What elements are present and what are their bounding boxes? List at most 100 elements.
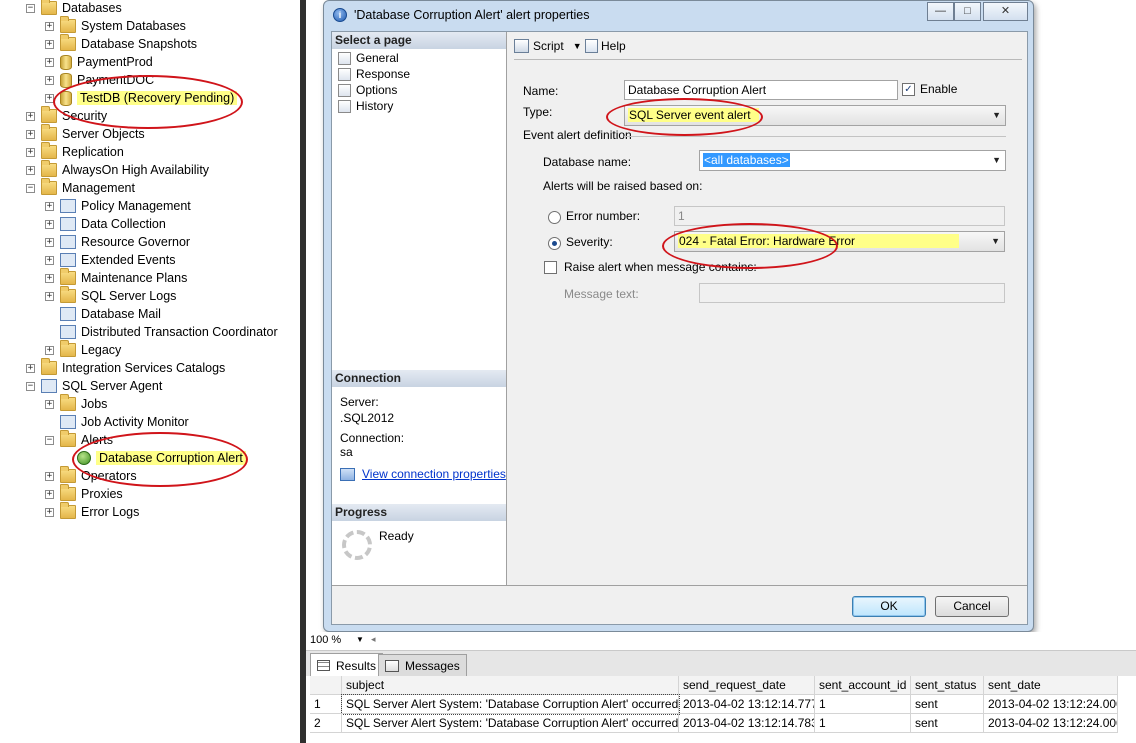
expand-icon[interactable]: + xyxy=(45,489,54,499)
zoom-dropdown-icon[interactable]: ▼ xyxy=(356,635,364,644)
script-button[interactable]: Script ▼ xyxy=(514,39,582,53)
expand-icon[interactable]: + xyxy=(45,93,54,103)
table-cell[interactable]: sent xyxy=(911,695,984,714)
row-number[interactable]: 2 xyxy=(310,714,342,733)
expand-icon[interactable]: + xyxy=(45,507,54,517)
expand-icon[interactable]: + xyxy=(26,363,35,373)
table-cell[interactable]: 1 xyxy=(815,714,911,733)
table-cell[interactable]: 1 xyxy=(815,695,911,714)
expand-icon[interactable]: + xyxy=(45,219,54,229)
tree-item[interactable]: − Management xyxy=(26,178,135,197)
collapse-icon[interactable]: − xyxy=(26,3,35,13)
tree-item[interactable]: + AlwaysOn High Availability xyxy=(26,160,209,179)
table-cell[interactable]: 2013-04-02 13:12:24.000 xyxy=(984,714,1118,733)
expand-icon[interactable]: + xyxy=(45,273,54,283)
close-button[interactable]: ✕ xyxy=(983,2,1028,21)
column-header[interactable]: sent_account_id xyxy=(815,676,911,695)
name-field[interactable]: Database Corruption Alert xyxy=(624,80,898,100)
expand-icon[interactable]: + xyxy=(45,75,54,85)
minimize-button[interactable]: — xyxy=(927,2,954,21)
tree-item[interactable]: + Jobs xyxy=(45,394,107,413)
page-options[interactable]: Options xyxy=(338,82,397,98)
tree-item[interactable]: − SQL Server Agent xyxy=(26,377,162,395)
tree-item[interactable]: Database Corruption Alert xyxy=(62,449,246,467)
tree-item[interactable]: + TestDB (Recovery Pending) xyxy=(45,89,238,107)
type-select[interactable]: SQL Server event alert ▼ xyxy=(624,105,1006,126)
tree-item[interactable]: + Resource Governor xyxy=(45,233,190,251)
expand-icon[interactable]: + xyxy=(45,57,54,67)
cancel-button[interactable]: Cancel xyxy=(935,596,1009,617)
tree-item[interactable]: + PaymentDOC xyxy=(45,71,154,89)
collapse-icon[interactable]: − xyxy=(26,183,35,193)
tree-item[interactable]: + System Databases xyxy=(45,16,186,35)
scroll-left-icon[interactable]: ◂ xyxy=(371,634,376,645)
tree-item[interactable]: + Policy Management xyxy=(45,197,191,215)
expand-icon[interactable]: + xyxy=(45,345,54,355)
column-header[interactable]: sent_status xyxy=(911,676,984,695)
column-header[interactable]: sent_date xyxy=(984,676,1118,695)
table-cell[interactable]: SQL Server Alert System: 'Database Corru… xyxy=(341,694,680,715)
table-cell[interactable]: 2013-04-02 13:12:14.783 xyxy=(679,714,815,733)
expand-icon[interactable]: + xyxy=(26,129,35,139)
tree-item[interactable]: + Legacy xyxy=(45,340,121,359)
page-general[interactable]: General xyxy=(338,50,399,66)
tree-item[interactable]: − Alerts xyxy=(45,430,113,449)
collapse-icon[interactable]: − xyxy=(26,381,35,391)
tree-item[interactable]: + Operators xyxy=(45,466,137,485)
table-cell[interactable]: SQL Server Alert System: 'Database Corru… xyxy=(342,714,679,733)
tree-item[interactable]: + Server Objects xyxy=(26,124,145,143)
enable-checkbox[interactable]: ✓ xyxy=(902,83,915,96)
expand-icon[interactable]: + xyxy=(26,165,35,175)
tree-item[interactable]: + Security xyxy=(26,106,107,125)
tree-item[interactable]: − Databases xyxy=(26,0,122,17)
tree-item[interactable]: + Extended Events xyxy=(45,251,176,269)
table-cell[interactable]: sent xyxy=(911,714,984,733)
help-button[interactable]: Help xyxy=(585,39,626,53)
expand-icon[interactable]: + xyxy=(45,399,54,409)
tree-item[interactable]: + Replication xyxy=(26,142,124,161)
raise-alert-checkbox[interactable] xyxy=(544,261,557,274)
tree-item[interactable]: Database Mail xyxy=(45,305,161,323)
dialog-titlebar[interactable]: i 'Database Corruption Alert' alert prop… xyxy=(324,1,1033,29)
expand-icon[interactable]: + xyxy=(45,237,54,247)
expand-icon[interactable]: + xyxy=(26,147,35,157)
collapse-icon[interactable]: − xyxy=(45,435,54,445)
tree-item[interactable]: + Database Snapshots xyxy=(45,34,197,53)
maximize-button[interactable]: □ xyxy=(954,2,981,21)
view-connection-properties-link[interactable]: View connection properties xyxy=(340,467,506,481)
tab-messages[interactable]: Messages xyxy=(378,654,467,676)
expand-icon[interactable]: + xyxy=(45,255,54,265)
tree-item[interactable]: + Integration Services Catalogs xyxy=(26,358,225,377)
severity-radio[interactable] xyxy=(548,237,561,250)
tree-item[interactable]: + Error Logs xyxy=(45,502,139,521)
column-header[interactable]: subject xyxy=(342,676,679,695)
expand-icon[interactable]: + xyxy=(45,21,54,31)
table-cell[interactable]: 2013-04-02 13:12:24.000 xyxy=(984,695,1118,714)
tree-item[interactable]: Job Activity Monitor xyxy=(45,413,189,431)
tree-item[interactable]: + Proxies xyxy=(45,484,123,503)
expand-icon[interactable]: + xyxy=(45,201,54,211)
zoom-level[interactable]: 100 % xyxy=(310,634,341,646)
row-number[interactable]: 1 xyxy=(310,695,342,714)
page-response[interactable]: Response xyxy=(338,66,410,82)
ok-button[interactable]: OK xyxy=(852,596,926,617)
tree-item[interactable]: + Maintenance Plans xyxy=(45,268,187,287)
expand-icon[interactable]: + xyxy=(45,291,54,301)
tree-item[interactable]: Distributed Transaction Coordinator xyxy=(45,323,278,341)
database-name-select[interactable]: <all databases> ▼ xyxy=(699,150,1006,171)
row-number-header[interactable] xyxy=(310,676,342,695)
error-number-field[interactable]: 1 xyxy=(674,206,1005,226)
error-number-radio[interactable] xyxy=(548,211,561,224)
table-cell[interactable]: 2013-04-02 13:12:14.777 xyxy=(679,695,815,714)
tree-item[interactable]: + Data Collection xyxy=(45,215,166,233)
severity-select[interactable]: 024 - Fatal Error: Hardware Error ▼ xyxy=(674,231,1005,252)
expand-icon[interactable]: + xyxy=(45,471,54,481)
tree-item[interactable]: + SQL Server Logs xyxy=(45,286,176,305)
message-text-field[interactable] xyxy=(699,283,1005,303)
tab-results[interactable]: Results xyxy=(310,653,384,677)
expand-icon[interactable]: + xyxy=(45,39,54,49)
script-dropdown-icon[interactable]: ▼ xyxy=(573,41,582,51)
page-history[interactable]: History xyxy=(338,98,393,114)
column-header[interactable]: send_request_date xyxy=(679,676,815,695)
expand-icon[interactable]: + xyxy=(26,111,35,121)
